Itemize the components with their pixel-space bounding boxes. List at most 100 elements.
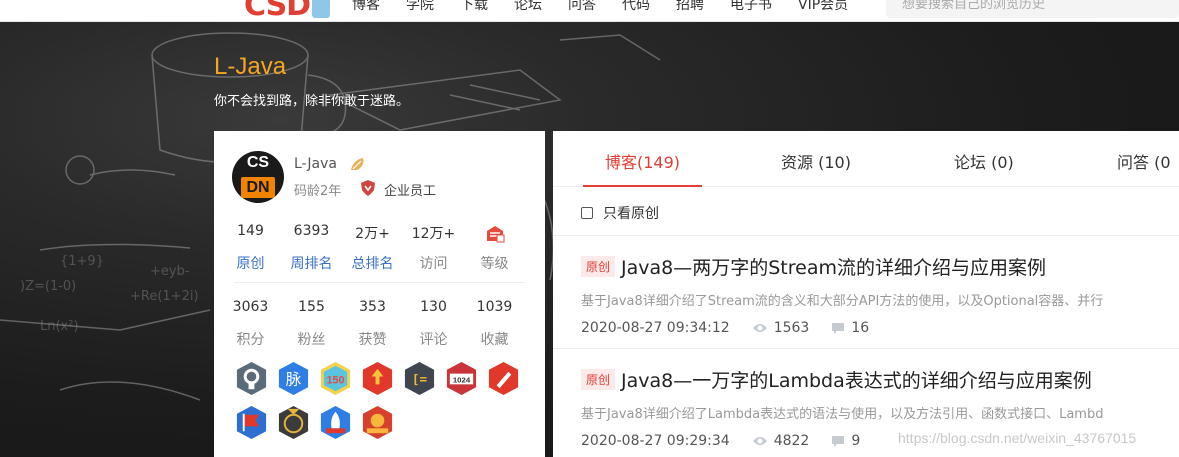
stat-label: 获赞: [358, 332, 387, 348]
stat-label: 等级: [480, 256, 509, 272]
article-list-panel: 博客(149) 资源 (10) 论坛 (0) 问答 (0 只看原创 原创 Java…: [553, 131, 1179, 457]
svg-text:+eyb-: +eyb-: [150, 264, 190, 279]
stat-label: 总排名: [351, 256, 394, 272]
tab-resources[interactable]: 资源 (10): [781, 149, 851, 173]
bracket-badge-text: [=: [412, 371, 428, 386]
search-input[interactable]: 想要搜索自己的浏览历史: [886, 0, 1179, 18]
article-views: 4822: [773, 433, 810, 449]
bracket-badge-icon[interactable]: [=: [402, 361, 437, 396]
article-date: 2020-08-27 09:34:12: [581, 320, 730, 336]
github-badge-icon[interactable]: [234, 361, 269, 396]
nav-item-forum[interactable]: 论坛: [514, 0, 542, 14]
medal-badge-icon[interactable]: [276, 405, 311, 440]
level-icon: [486, 226, 504, 243]
stat-comments: 130 评论: [403, 299, 464, 349]
blog-expert-badge-icon[interactable]: [360, 405, 395, 440]
profile-card: CS DN L-Java 码龄2年 企业员工 149 原创 6393 周排名 2…: [214, 131, 545, 457]
article-comments: 16: [851, 320, 870, 336]
stat-label: 粉丝: [297, 332, 326, 348]
stat-label: 评论: [419, 332, 448, 348]
avatar-text-bottom: DN: [241, 177, 275, 198]
pen-badge-icon[interactable]: [486, 361, 521, 396]
stat-value: 130: [420, 299, 447, 315]
comment-icon: [832, 435, 845, 447]
stat-total-rank[interactable]: 2万+ 总排名: [342, 223, 403, 273]
eye-icon: [752, 324, 767, 332]
svg-text:Ln(x²): Ln(x²): [40, 319, 79, 334]
svg-text:)Z=(1-0): )Z=(1-0): [20, 279, 76, 294]
divider: [553, 235, 1179, 236]
stat-visits: 12万+ 访问: [403, 223, 464, 273]
stat-label: 原创: [236, 256, 265, 272]
nav-item-qa[interactable]: 问答: [568, 0, 596, 14]
nav-menu: 博客 学院 下载 论坛 问答 代码 招聘 电子书 VIP会员: [352, 0, 874, 14]
watermark: https://blog.csdn.net/weixin_43767015: [898, 430, 1137, 446]
active-tab-indicator: [583, 185, 702, 187]
stat-value: 1039: [476, 299, 513, 315]
original-tag: 原创: [581, 256, 616, 277]
stat-likes: 353 获赞: [342, 299, 403, 349]
150-badge-icon[interactable]: 150: [318, 361, 353, 396]
nav-item-academy[interactable]: 学院: [406, 0, 434, 14]
original-only-filter[interactable]: 只看原创: [581, 203, 659, 223]
article-date: 2020-08-27 09:29:34: [581, 433, 730, 449]
article-item[interactable]: 原创 Java8—两万字的Stream流的详细介绍与应用案例 基于Java8详细介…: [581, 253, 1179, 336]
rocket-badge-icon[interactable]: [318, 405, 353, 440]
stat-label: 积分: [236, 332, 265, 348]
divider: [234, 282, 525, 283]
avatar[interactable]: CS DN: [232, 151, 284, 203]
article-title[interactable]: Java8—两万字的Stream流的详细介绍与应用案例: [621, 257, 1046, 279]
tab-blog[interactable]: 博客(149): [605, 149, 680, 173]
flag-badge-icon[interactable]: [234, 405, 269, 440]
article-comments: 9: [851, 433, 861, 449]
stats-row-secondary: 3063 积分 155 粉丝 353 获赞 130 评论 1039 收藏: [220, 299, 525, 349]
nav-item-code[interactable]: 代码: [622, 0, 650, 14]
article-views: 1563: [773, 320, 810, 336]
comment-icon: [832, 322, 845, 334]
original-only-checkbox[interactable]: [581, 207, 593, 219]
stat-value: 155: [298, 299, 325, 315]
article-title[interactable]: Java8—一万字的Lambda表达式的详细介绍与应用案例: [621, 370, 1092, 392]
stat-value: 149: [237, 223, 264, 239]
svg-text:{1+9}: {1+9}: [60, 254, 104, 269]
svg-text:+Re(1+2i): +Re(1+2i): [130, 289, 199, 304]
avatar-text-top: CS: [246, 154, 270, 171]
2020-badge-icon[interactable]: [360, 361, 395, 396]
tab-forum[interactable]: 论坛 (0): [954, 149, 1014, 173]
1024-badge-text: 1024: [453, 375, 471, 384]
stat-favorites: 1039 收藏: [464, 299, 525, 349]
stat-original[interactable]: 149 原创: [220, 223, 281, 273]
stat-level[interactable]: 等级: [464, 223, 525, 273]
csdn-logo-icon: [312, 0, 330, 18]
tab-qa[interactable]: 问答 (0: [1117, 149, 1171, 173]
article-description: 基于Java8详细介绍了Lambda表达式的语法与使用，以及方法引用、函数式接口…: [581, 407, 1104, 422]
eye-icon: [752, 437, 767, 445]
blog-motto: 你不会找到路，除非你敢于迷路。: [214, 94, 410, 109]
mai-badge-text: 脉: [286, 370, 302, 388]
nav-item-blog[interactable]: 博客: [352, 0, 380, 14]
blog-title[interactable]: L-Java: [214, 53, 286, 81]
level-icon-wrap: [464, 223, 525, 245]
nav-item-download[interactable]: 下载: [460, 0, 488, 14]
nav-item-ebook[interactable]: 电子书: [730, 0, 772, 14]
nav-item-jobs[interactable]: 招聘: [676, 0, 704, 14]
stat-fans[interactable]: 155 粉丝: [281, 299, 342, 349]
profile-name[interactable]: L-Java: [294, 156, 337, 172]
stat-label: 访问: [419, 256, 448, 272]
article-description: 基于Java8详细介绍了Stream流的含义和大部分API方法的使用，以及Opt…: [581, 294, 1104, 309]
150-badge-text: 150: [327, 374, 345, 386]
coding-age: 码龄2年: [294, 184, 342, 199]
divider: [553, 348, 1179, 349]
stat-week-rank[interactable]: 6393 周排名: [281, 223, 342, 273]
stat-value: 12万+: [411, 226, 456, 242]
stats-row-primary: 149 原创 6393 周排名 2万+ 总排名 12万+ 访问 等级: [220, 223, 525, 273]
original-only-label: 只看原创: [603, 206, 659, 222]
mai-badge-icon[interactable]: 脉: [276, 361, 311, 396]
nav-item-vip[interactable]: VIP会员: [798, 0, 848, 14]
stat-points: 3063 积分: [220, 299, 281, 349]
stat-value: 3063: [232, 299, 269, 315]
article-meta: 2020-08-27 09:34:12 1563 16: [581, 320, 1179, 336]
stat-label: 周排名: [290, 256, 333, 272]
1024-badge-icon[interactable]: 1024: [444, 361, 479, 396]
blog-expert-icon: [351, 158, 364, 170]
